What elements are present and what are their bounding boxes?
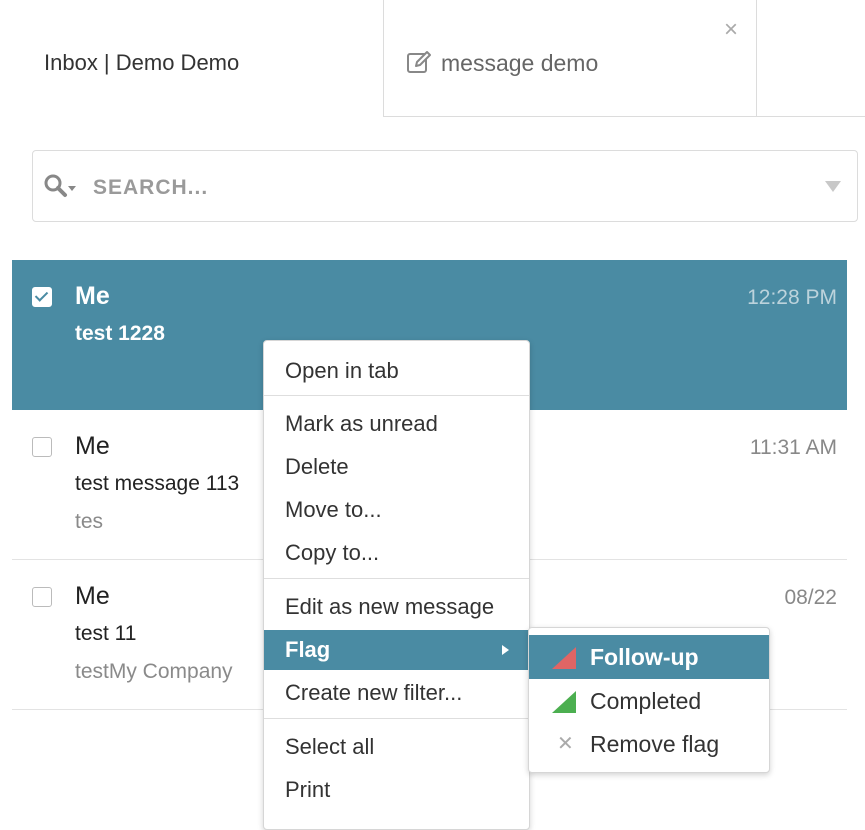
menu-item-mark-as-unread[interactable]: Mark as unread [264,404,529,444]
submenu-item-completed[interactable]: Completed [529,679,769,723]
submenu-item-remove-flag[interactable]: ✕ Remove flag [529,722,769,766]
menu-item-copy-to[interactable]: Copy to... [264,533,529,573]
tab-inbox-label: Inbox | Demo Demo [44,50,240,75]
tab-bar: Inbox | Demo Demo message demo × [0,0,865,118]
menu-item-flag[interactable]: Flag [264,630,529,670]
context-menu: Open in tab Mark as unread Delete Move t… [263,340,530,830]
menu-item-open-in-tab[interactable]: Open in tab [264,351,529,391]
submenu-item-remove-flag-label: Remove flag [590,731,720,757]
submenu-item-follow-up[interactable]: Follow-up [529,635,769,679]
menu-item-create-new-filter[interactable]: Create new filter... [264,673,529,713]
close-icon: ✕ [557,733,574,755]
message-time: 08/22 [784,586,837,609]
menu-item-select-all[interactable]: Select all [264,727,529,767]
menu-item-flag-label: Flag [285,637,331,662]
flag-submenu: Follow-up Completed ✕ Remove flag [528,627,770,773]
message-subject: test 11 [75,622,137,645]
message-time: 11:31 AM [749,436,837,459]
menu-separator [264,395,529,396]
message-subject: test message 113 [75,472,240,495]
flag-followup-icon [552,647,576,669]
message-sender: Me [75,582,110,610]
message-checkbox[interactable] [32,587,52,607]
search-bar [32,150,858,222]
message-subject: test 1228 [75,322,165,345]
close-icon[interactable]: × [724,18,738,42]
menu-item-move-to[interactable]: Move to... [264,490,529,530]
message-sender: Me [75,432,110,460]
submenu-item-follow-up-label: Follow-up [590,644,699,670]
chevron-right-icon [502,645,509,655]
search-input[interactable] [91,169,795,207]
message-snippet: testMy Company [75,660,233,683]
message-checkbox[interactable] [32,287,52,307]
edit-icon [407,51,431,73]
menu-item-print[interactable]: Print [264,770,529,810]
message-sender: Me [75,282,110,310]
menu-item-delete[interactable]: Delete [264,447,529,487]
message-time: 12:28 PM [747,286,837,309]
tab-inbox[interactable]: Inbox | Demo Demo [0,0,383,117]
menu-separator [264,578,529,579]
search-icon[interactable] [43,173,79,201]
chevron-down-icon[interactable] [825,181,841,192]
menu-item-edit-as-new-message[interactable]: Edit as new message [264,587,529,627]
tab-bar-filler [757,0,865,117]
menu-separator [264,718,529,719]
message-snippet: tes [75,510,104,533]
tab-message-demo-label: message demo [441,50,599,76]
tab-message-demo[interactable]: message demo × [383,0,757,117]
submenu-item-completed-label: Completed [590,688,702,714]
flag-completed-icon [552,691,576,713]
message-checkbox[interactable] [32,437,52,457]
